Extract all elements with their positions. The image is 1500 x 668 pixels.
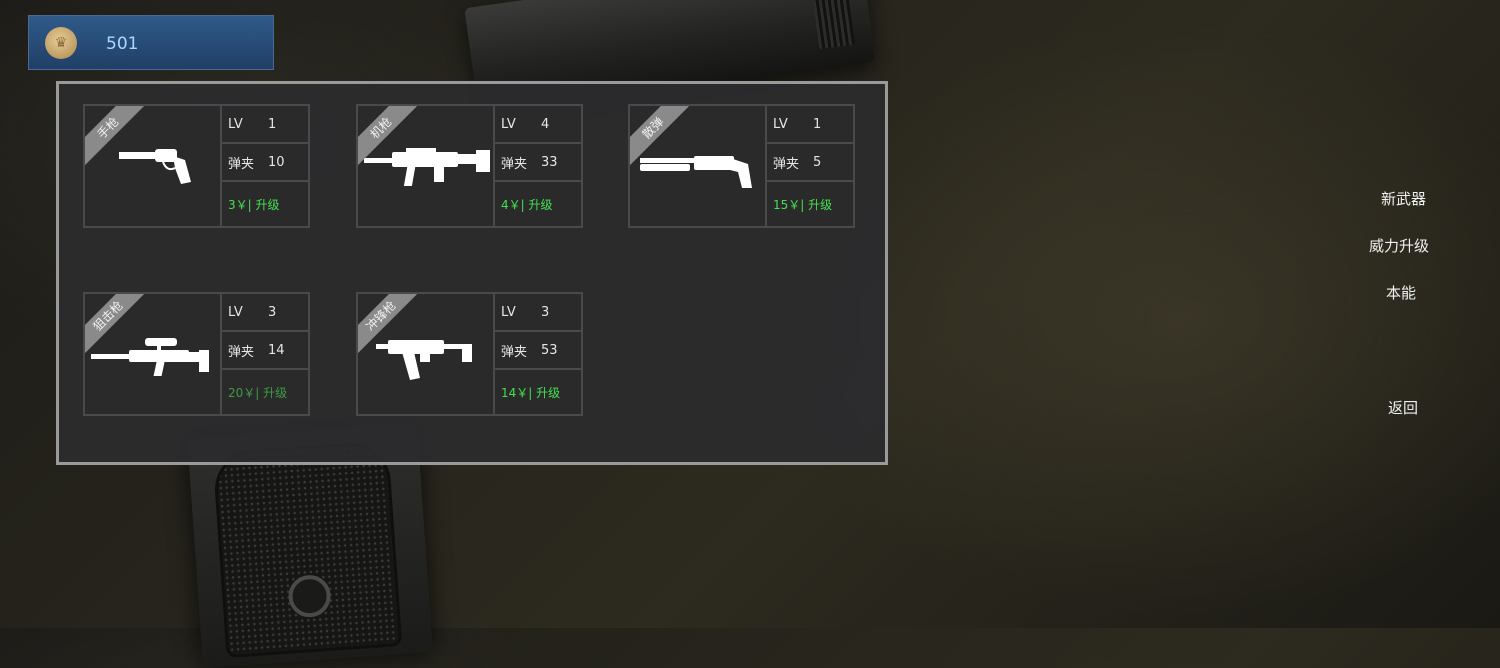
weapon-stats: LV 3 弹夹 14 20￥| 升级: [220, 294, 308, 414]
menu-back[interactable]: 返回: [1388, 397, 1418, 418]
weapon-card-pistol[interactable]: 手枪 LV 1 弹夹 10 3￥| 升级: [83, 104, 310, 228]
weapon-stats: LV 3 弹夹 53 14￥| 升级: [493, 294, 581, 414]
weapon-image-area: 狙击枪: [85, 294, 222, 414]
level-value: 3: [541, 304, 550, 320]
crown-coin-icon: ♛: [45, 27, 77, 59]
weapon-panel: 手枪 LV 1 弹夹 10 3￥| 升级 机枪 LV 4 弹夹 33 4￥| 升…: [56, 81, 888, 465]
ammo-label: 弹夹: [501, 156, 528, 172]
upgrade-button[interactable]: 15￥| 升级: [765, 182, 853, 226]
level-label: LV: [501, 304, 516, 320]
level-value: 3: [268, 304, 277, 320]
ammo-row: 弹夹 5: [765, 144, 853, 182]
weapon-card-machine-gun[interactable]: 机枪 LV 4 弹夹 33 4￥| 升级: [356, 104, 583, 228]
ammo-value: 33: [541, 154, 558, 170]
upgrade-button[interactable]: 4￥| 升级: [493, 182, 581, 226]
ammo-value: 14: [268, 342, 285, 358]
level-label: LV: [228, 116, 243, 132]
level-row: LV 3: [220, 294, 308, 332]
menu-new-weapon[interactable]: 新武器: [1381, 188, 1426, 209]
weapon-stats: LV 4 弹夹 33 4￥| 升级: [493, 106, 581, 226]
weapon-image-area: 散弹: [630, 106, 767, 226]
level-value: 4: [541, 116, 550, 132]
ammo-value: 5: [813, 154, 822, 170]
ammo-label: 弹夹: [773, 156, 800, 172]
level-value: 1: [268, 116, 277, 132]
ammo-row: 弹夹 33: [493, 144, 581, 182]
level-row: LV 3: [493, 294, 581, 332]
weapon-image-area: 机枪: [358, 106, 495, 226]
level-row: LV 1: [220, 106, 308, 144]
ammo-label: 弹夹: [228, 344, 255, 360]
level-value: 1: [813, 116, 822, 132]
weapon-card-shotgun[interactable]: 散弹 LV 1 弹夹 5 15￥| 升级: [628, 104, 855, 228]
weapon-card-submachine-gun[interactable]: 冲锋枪 LV 3 弹夹 53 14￥| 升级: [356, 292, 583, 416]
ammo-value: 10: [268, 154, 285, 170]
ammo-row: 弹夹 14: [220, 332, 308, 370]
weapon-stats: LV 1 弹夹 10 3￥| 升级: [220, 106, 308, 226]
grip-panel: [212, 440, 403, 659]
slide-serrations: [808, 0, 856, 50]
ammo-value: 53: [541, 342, 558, 358]
ammo-row: 弹夹 10: [220, 144, 308, 182]
weapon-stats: LV 1 弹夹 5 15￥| 升级: [765, 106, 853, 226]
currency-bar: ♛ 501: [28, 15, 274, 70]
menu-instinct[interactable]: 本能: [1386, 282, 1416, 303]
weapon-card-sniper[interactable]: 狙击枪 LV 3 弹夹 14 20￥| 升级: [83, 292, 310, 416]
level-label: LV: [228, 304, 243, 320]
upgrade-button[interactable]: 3￥| 升级: [220, 182, 308, 226]
upgrade-button[interactable]: 20￥| 升级: [220, 370, 308, 414]
level-row: LV 4: [493, 106, 581, 144]
upgrade-button[interactable]: 14￥| 升级: [493, 370, 581, 414]
ammo-label: 弹夹: [501, 344, 528, 360]
ammo-label: 弹夹: [228, 156, 255, 172]
menu-power-upgrade[interactable]: 威力升级: [1369, 235, 1429, 256]
level-row: LV 1: [765, 106, 853, 144]
weapon-image-area: 冲锋枪: [358, 294, 495, 414]
currency-amount: 501: [106, 34, 139, 54]
weapon-image-area: 手枪: [85, 106, 222, 226]
ammo-row: 弹夹 53: [493, 332, 581, 370]
level-label: LV: [773, 116, 788, 132]
level-label: LV: [501, 116, 516, 132]
